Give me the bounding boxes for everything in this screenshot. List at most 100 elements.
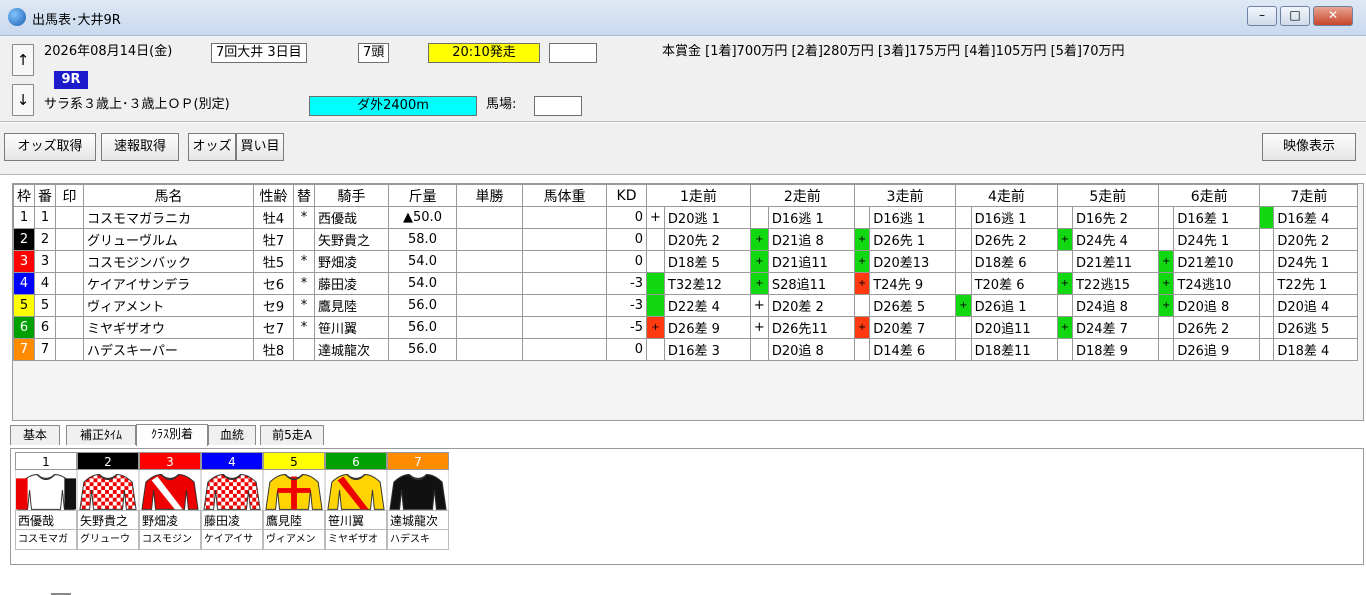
horse-name: ハデスキーパー [83,338,254,361]
track-condition [534,96,582,116]
col-header-past-4[interactable]: 4走前 [955,184,1058,207]
col-header-weight-carried[interactable]: 斤量 [388,184,457,207]
silk-number: 5 [263,452,325,470]
past-run-flag [1056,250,1073,273]
horse-name: グリューヴルム [83,228,254,251]
video-display-button[interactable]: 映像表示 [1262,133,1356,161]
past-run-flag [646,228,665,251]
past-run-3: D20差 7 [869,316,957,339]
past-run-flag: + [1157,294,1175,317]
past-run-3: D26差 5 [869,294,957,317]
odds-fetch-button[interactable]: オッズ取得 [4,133,96,161]
odds-button[interactable]: オッズ [188,133,236,161]
past-run-flag: + [646,316,665,339]
past-run-7: T22先 1 [1273,272,1359,295]
past-run-flag [955,228,972,251]
col-header-number[interactable]: 番 [34,184,56,207]
past-run-5: D24追 8 [1071,294,1159,317]
tab-adjusted-time[interactable]: 補正ﾀｲﾑ [66,425,136,445]
past-run-flag: + [749,294,769,317]
col-header-jockey-change[interactable]: 替 [293,184,315,207]
past-run-flag: + [853,228,871,251]
col-header-past-2[interactable]: 2走前 [749,184,855,207]
jockey-change: * [293,272,315,295]
col-header-past-7[interactable]: 7走前 [1259,184,1359,207]
table-row[interactable]: 6 6 ミヤギザオウ セ7 * 笹川翼 56.0 -5 + D26差 9 + D26先11 + D20差 … [13,316,1359,339]
past-run-flag: + [853,272,871,295]
race-class: サラ系３歳上･３歳上ＯＰ(別定) [44,97,230,112]
win-odds [456,338,523,361]
col-header-kd[interactable]: KD [606,184,647,207]
tab-pedigree[interactable]: 血統 [208,425,256,445]
tab-last-5-runs[interactable]: 前5走A [260,425,324,445]
past-run-flag [1056,206,1073,229]
past-run-flag [749,338,769,361]
close-button[interactable]: ✕ [1313,6,1353,26]
past-run-flag: + [749,272,769,295]
col-header-waku[interactable]: 枠 [13,184,35,207]
past-run-7: D26逃 5 [1273,316,1359,339]
col-header-past-1[interactable]: 1走前 [646,184,751,207]
jockey-change: * [293,206,315,229]
silk-column: 5 鷹見陸 ヴィアメン [263,452,325,550]
col-header-past-6[interactable]: 6走前 [1157,184,1261,207]
kd-value: 0 [606,250,647,273]
horse-number: 5 [34,294,56,317]
col-header-sex-age[interactable]: 性齢 [253,184,294,207]
past-run-flag: + [749,228,769,251]
table-row[interactable]: 4 4 ケイアイサンデラ セ6 * 藤田凌 54.0 -3 T32差12 + S28追11 + T24先… [13,272,1359,295]
past-run-flag: + [1157,272,1175,295]
body-weight [522,228,607,251]
past-run-1: D20先 2 [663,228,751,251]
past-run-5: D16先 2 [1071,206,1159,229]
col-header-past-5[interactable]: 5走前 [1056,184,1159,207]
past-run-3: D16逃 1 [869,206,957,229]
past-run-3: D26先 1 [869,228,957,251]
silk-number: 3 [139,452,201,470]
past-run-6: D16差 1 [1173,206,1261,229]
next-race-button[interactable]: ↓ [12,84,34,116]
jockey-silk-icon [139,470,201,510]
table-row[interactable]: 5 5 ヴィアメント セ9 * 鷹見陸 56.0 -3 D22差 4 + D20差 2 D26差 5 +… [13,294,1359,317]
prev-race-button[interactable]: ↑ [12,44,34,76]
col-header-horse-name[interactable]: 馬名 [83,184,254,207]
win-odds [456,316,523,339]
col-header-win-odds[interactable]: 単勝 [456,184,523,207]
past-run-2: D21追 8 [767,228,855,251]
jockey-silk-icon [15,470,77,510]
jockey-change [293,338,315,361]
past-run-flag [1259,338,1275,361]
table-row[interactable]: 2 2 グリューヴルム 牡7 矢野貴之 58.0 0 D20先 2 + D21追 8 + D26先 1… [13,228,1359,251]
bet-picks-button[interactable]: 買い目 [236,133,284,161]
past-run-flag: + [1056,316,1073,339]
table-row[interactable]: 1 1 コスモマガラニカ 牡4 * 西優哉 ▲50.0 0 + D20逃 1 D16逃 1 D16逃 … [13,206,1359,229]
jockey-silk-icon [325,470,387,510]
table-row[interactable]: 3 3 コスモジンバック 牡5 * 野畑凌 54.0 0 D18差 5 + D21追11 + D20差1… [13,250,1359,273]
jockey-name: 矢野貴之 [314,228,389,251]
silk-number: 4 [201,452,263,470]
maximize-button[interactable]: □ [1280,6,1310,26]
silk-number: 6 [325,452,387,470]
minimize-button[interactable]: – [1247,6,1277,26]
silk-jockey-name: 西優哉 [15,510,77,530]
horse-name: コスモマガラニカ [83,206,254,229]
tab-class-finish[interactable]: ｸﾗｽ別着 [136,424,208,446]
col-header-jockey[interactable]: 騎手 [314,184,389,207]
past-run-flag [955,206,972,229]
silk-column: 2 矢野貴之 グリューウ [77,452,139,550]
col-header-past-3[interactable]: 3走前 [853,184,957,207]
silk-column: 1 西優哉 コスモマガ [15,452,77,550]
col-header-body-weight[interactable]: 馬体重 [522,184,607,207]
entry-table: 枠 番 印 馬名 性齢 替 騎手 斤量 単勝 馬体重 KD 1走前 2走前 3走… [13,184,1359,361]
waku-cell: 6 [13,316,35,339]
col-header-mark[interactable]: 印 [55,184,84,207]
tab-basic[interactable]: 基本 [10,425,60,445]
silk-jockey-name: 野畑凌 [139,510,201,530]
jockey-silk-icon [263,470,325,510]
past-run-flag [646,294,665,317]
body-weight [522,272,607,295]
quick-fetch-button[interactable]: 速報取得 [101,133,179,161]
past-run-7: D16差 4 [1273,206,1359,229]
silk-number: 1 [15,452,77,470]
table-row[interactable]: 7 7 ハデスキーパー 牡8 達城龍次 56.0 0 D16差 3 D20追 8 D14差 6 D1… [13,338,1359,361]
